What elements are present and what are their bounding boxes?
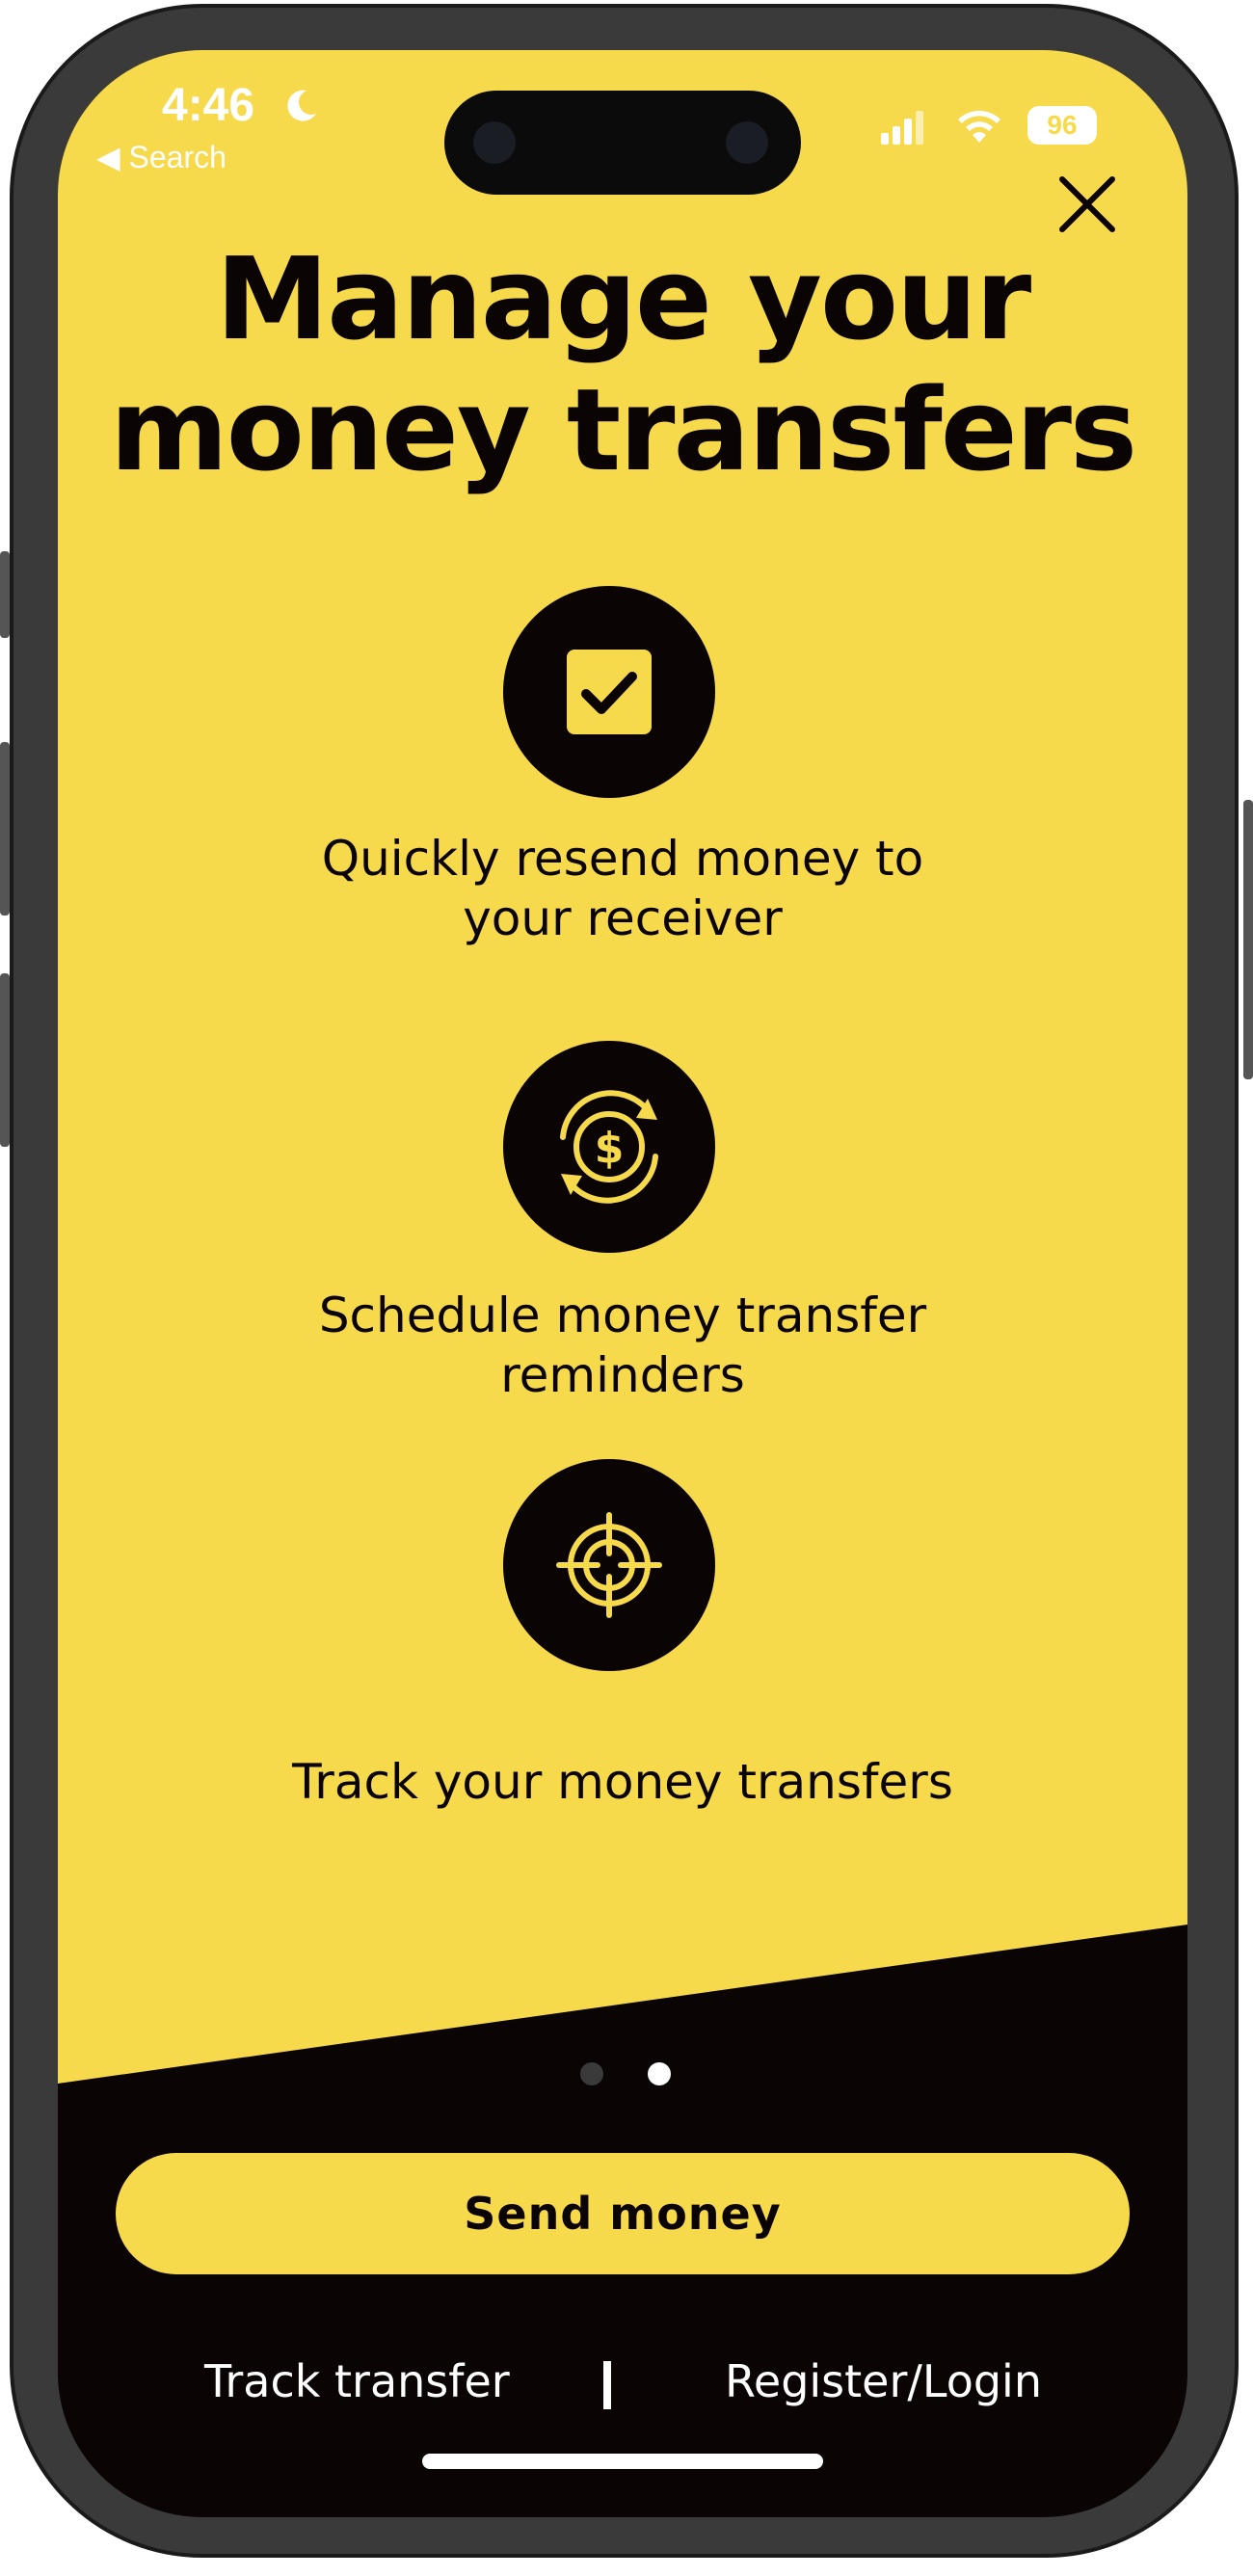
- signal-icon: [881, 111, 923, 145]
- volume-down-button: [0, 973, 10, 1147]
- track-transfer-link[interactable]: Track transfer: [204, 2355, 510, 2407]
- sensor-dot: [726, 121, 768, 164]
- page-dot-2-active[interactable]: [648, 2062, 671, 2085]
- send-money-button[interactable]: Send money: [116, 2153, 1130, 2274]
- svg-text:$: $: [595, 1124, 625, 1173]
- page-title: Manage your money transfers: [109, 232, 1137, 496]
- dynamic-island: [444, 91, 801, 195]
- target-icon: [556, 1512, 662, 1618]
- dollar-refresh-icon-circle: $: [503, 1041, 715, 1253]
- power-button: [1243, 800, 1253, 1079]
- feature-schedule-text: Schedule money transfer reminders: [318, 1288, 927, 1403]
- checkbox-icon: [567, 650, 652, 734]
- feature-track-text: Track your money transfers: [292, 1754, 953, 1810]
- page-dot-1[interactable]: [580, 2062, 603, 2085]
- checkbox-icon-circle: [503, 586, 715, 798]
- action-button: [0, 551, 10, 638]
- camera-dot: [473, 121, 516, 164]
- status-time: 4:46: [162, 80, 255, 131]
- battery-icon: 96: [1027, 106, 1097, 145]
- register-login-link[interactable]: Register/Login: [725, 2355, 1042, 2407]
- app-screen: 4:46 ◀ Search 96 Manage your money trans…: [58, 50, 1187, 2517]
- moon-icon: [287, 90, 316, 121]
- feature-resend-text: Quickly resend money to your receiver: [321, 831, 924, 946]
- dollar-refresh-icon: $: [560, 1090, 658, 1204]
- link-separator: [603, 2361, 611, 2409]
- volume-up-button: [0, 742, 10, 916]
- home-indicator[interactable]: [422, 2454, 823, 2469]
- back-to-search-link[interactable]: ◀ Search: [96, 139, 227, 175]
- wifi-icon: [958, 110, 1000, 143]
- target-icon-circle: [503, 1459, 715, 1671]
- close-icon[interactable]: [1049, 166, 1126, 243]
